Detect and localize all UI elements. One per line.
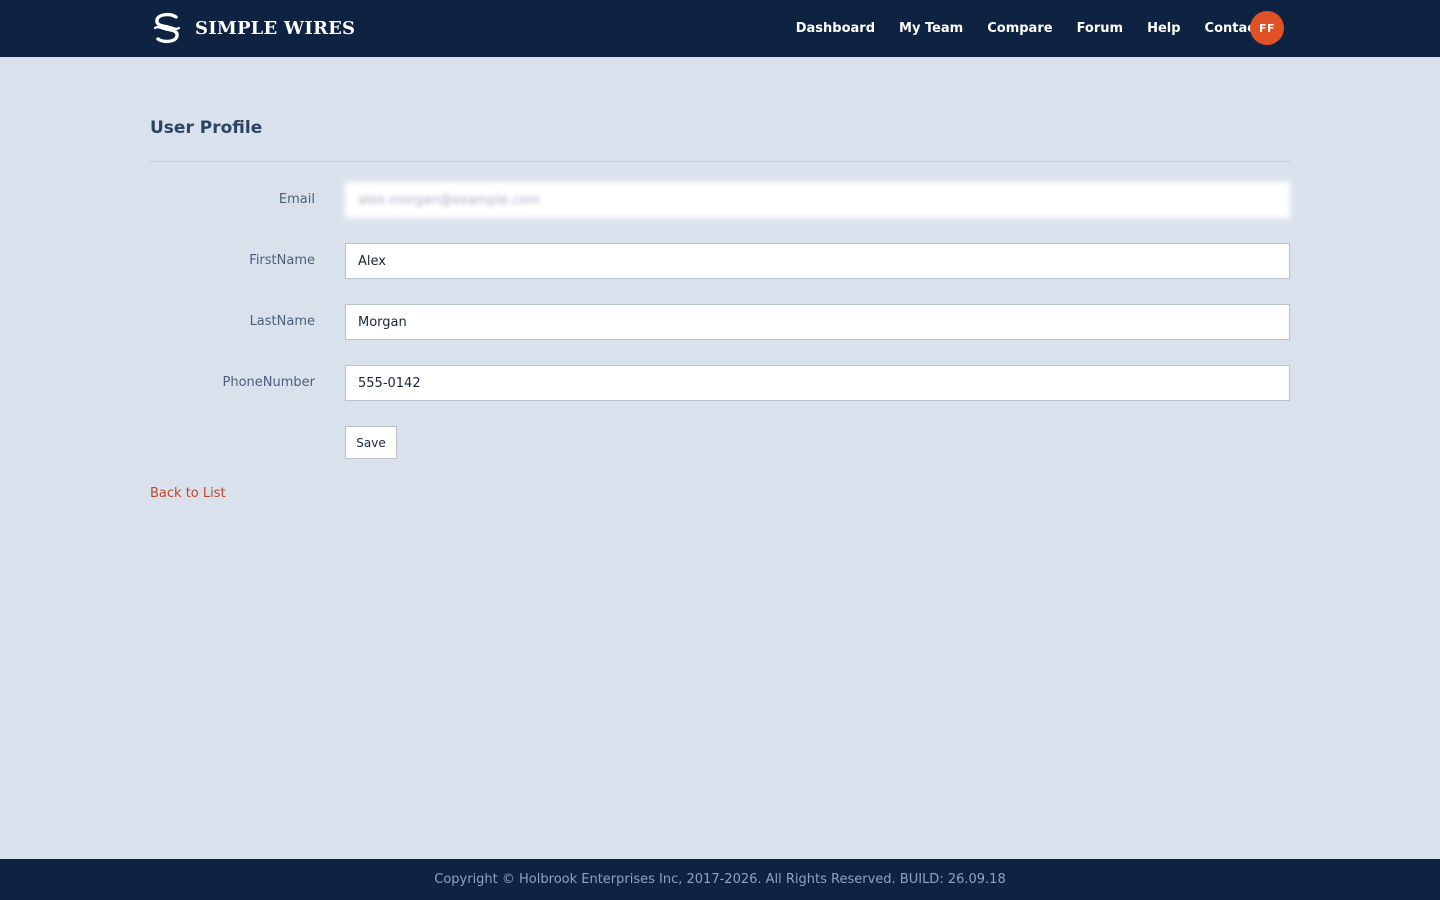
back-to-list-link[interactable]: Back to List xyxy=(150,486,226,501)
phone-number-field[interactable] xyxy=(345,365,1290,401)
footer: Copyright © Holbrook Enterprises Inc, 20… xyxy=(0,859,1440,900)
last-name-row: LastName xyxy=(150,304,1290,340)
brand-name: SIMPLE WIRES xyxy=(195,17,356,39)
phone-number-label: PhoneNumber xyxy=(222,375,316,390)
top-navbar: SIMPLE WIRES Dashboard My Team Compare F… xyxy=(0,0,1440,57)
phone-number-row: PhoneNumber xyxy=(150,365,1290,401)
nav-link-compare[interactable]: Compare xyxy=(987,21,1052,36)
main-nav: Dashboard My Team Compare Forum Help Con… xyxy=(796,11,1284,45)
title-divider xyxy=(150,161,1290,162)
first-name-field[interactable] xyxy=(345,243,1290,279)
nav-link-help[interactable]: Help xyxy=(1147,21,1180,36)
last-name-field[interactable] xyxy=(345,304,1290,340)
first-name-row: FirstName xyxy=(150,243,1290,279)
nav-link-dashboard[interactable]: Dashboard xyxy=(796,21,875,36)
user-avatar[interactable]: FF xyxy=(1250,11,1284,45)
simple-wires-logo-icon xyxy=(150,11,184,45)
first-name-label: FirstName xyxy=(249,253,315,268)
email-label: Email xyxy=(278,192,315,207)
brand-home-link[interactable]: SIMPLE WIRES xyxy=(150,10,355,46)
save-button[interactable]: Save xyxy=(345,426,397,459)
page-title: User Profile xyxy=(150,118,263,138)
footer-copyright: Copyright © Holbrook Enterprises Inc, 20… xyxy=(434,872,1006,887)
email-field[interactable] xyxy=(345,182,1290,218)
nav-link-my-team[interactable]: My Team xyxy=(899,21,963,36)
last-name-label: LastName xyxy=(249,314,315,329)
nav-link-forum[interactable]: Forum xyxy=(1077,21,1124,36)
email-row: Email xyxy=(150,182,1290,218)
